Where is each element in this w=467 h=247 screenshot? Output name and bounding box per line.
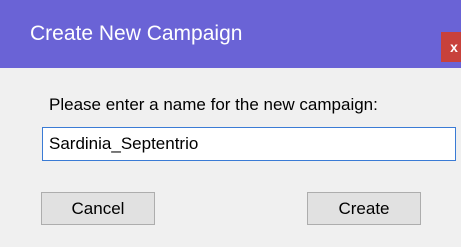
create-button[interactable]: Create [307,192,421,225]
dialog-title: Create New Campaign [30,22,243,45]
name-prompt-label: Please enter a name for the new campaign… [49,95,378,114]
campaign-name-input[interactable] [42,127,456,161]
window-edge [461,0,467,247]
close-icon: x [450,39,458,55]
dialog-titlebar[interactable]: Create New Campaign x [0,0,467,68]
cancel-button[interactable]: Cancel [41,192,155,225]
create-campaign-dialog: Create New Campaign x Please enter a nam… [0,0,467,247]
